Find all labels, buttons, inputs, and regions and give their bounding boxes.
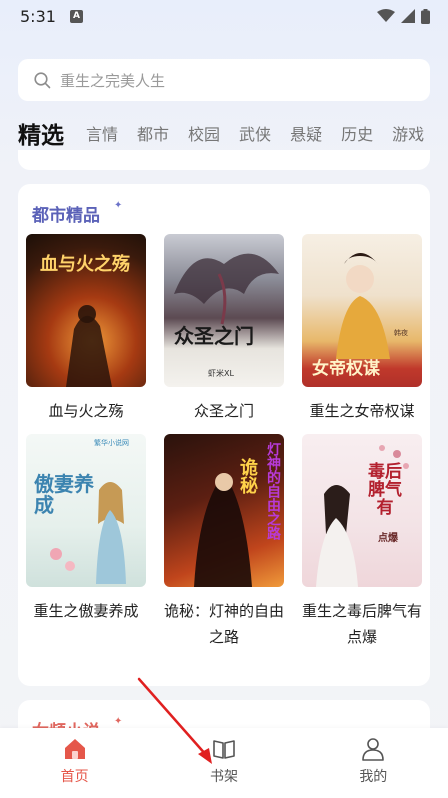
notification-icon: A [69, 9, 83, 23]
cover-title: 众圣之门 [174, 324, 254, 348]
cover-subtitle: 点爆 [378, 533, 398, 544]
urban-featured-section: 都市精品 ✦ 血与火之殇 血与火之殇 众圣之门 虾米XL 众圣之门 韩夜 女帝权… [18, 184, 430, 686]
status-bar: 5:31 A [0, 0, 448, 32]
previous-card-edge [18, 150, 430, 170]
book-title: 诡秘：灯神的自由之路 [164, 602, 285, 646]
user-icon [362, 738, 385, 761]
cover-title: 女帝权谋 [312, 359, 380, 379]
tab-urban[interactable]: 都市 [137, 121, 169, 145]
tab-history[interactable]: 历史 [341, 121, 373, 145]
book-cover[interactable]: 毒后脾气有 点爆 [302, 434, 422, 587]
book-item[interactable]: 血与火之殇 血与火之殇 [26, 234, 146, 424]
cover-author: 韩夜 [394, 329, 408, 337]
tab-game[interactable]: 游戏 [392, 121, 424, 145]
bottom-nav: 首页 书架 我的 [0, 728, 448, 798]
tab-romance[interactable]: 言情 [86, 121, 118, 145]
tab-featured[interactable]: 精选 [18, 116, 64, 150]
tab-wuxia[interactable]: 武侠 [239, 121, 271, 145]
book-cover[interactable]: 血与火之殇 [26, 234, 146, 387]
category-tabs: 精选 言情 都市 校园 武侠 悬疑 历史 游戏 [18, 112, 448, 154]
book-cover[interactable]: 诡秘 灯神的自由之路 [164, 434, 284, 587]
book-title: 重生之毒后脾气有点爆 [302, 602, 423, 646]
nav-label: 首页 [60, 769, 89, 785]
nav-label: 书架 [209, 769, 238, 785]
book-title: 重生之傲妻养成 [33, 602, 139, 620]
search-placeholder: 重生之完美人生 [60, 71, 166, 90]
battery-icon [421, 8, 430, 24]
cover-author: 虾米XL [208, 369, 234, 378]
book-title: 重生之女帝权谋 [309, 402, 415, 420]
search-input[interactable]: 重生之完美人生 [18, 59, 430, 101]
sparkle-icon: ✦ [114, 200, 123, 211]
nav-profile[interactable]: 我的 [323, 736, 423, 786]
nav-home[interactable]: 首页 [25, 736, 125, 786]
book-title: 众圣之门 [193, 402, 254, 420]
dragon-illustration-icon [174, 253, 279, 325]
sparkle-icon: ✦ [114, 716, 123, 727]
search-icon [34, 71, 51, 88]
signal-icon [401, 9, 415, 23]
book-item[interactable]: 毒后脾气有 点爆 重生之毒后脾气有点爆 [302, 434, 422, 650]
tab-campus[interactable]: 校园 [188, 121, 220, 145]
book-item[interactable]: 韩夜 女帝权谋 重生之女帝权谋 [302, 234, 422, 424]
book-cover[interactable]: 韩夜 女帝权谋 [302, 234, 422, 387]
girl-figure-icon [50, 482, 126, 584]
wifi-icon [377, 9, 395, 22]
nav-label: 我的 [359, 769, 388, 785]
nav-bookshelf[interactable]: 书架 [174, 736, 274, 786]
cover-title: 诡秘 [237, 458, 258, 494]
warrior-figure-icon [66, 305, 112, 387]
book-cover[interactable]: 繁华小说网 傲妻养成 [26, 434, 146, 587]
cover-title: 毒后脾气有 [368, 462, 402, 518]
cover-subtitle: 灯神的自由之路 [265, 442, 281, 540]
section-title: 都市精品 [32, 206, 100, 226]
home-icon [64, 739, 85, 759]
status-icons [377, 8, 430, 24]
book-item[interactable]: 繁华小说网 傲妻养成 重生之傲妻养成 [26, 434, 146, 624]
book-title: 血与火之殇 [48, 402, 124, 420]
book-item[interactable]: 众圣之门 虾米XL 众圣之门 [164, 234, 284, 424]
book-item[interactable]: 诡秘 灯神的自由之路 诡秘：灯神的自由之路 [164, 434, 284, 650]
book-icon [213, 740, 235, 759]
book-cover[interactable]: 众圣之门 虾米XL [164, 234, 284, 387]
tab-mystery[interactable]: 悬疑 [290, 121, 322, 145]
status-time: 5:31 [20, 6, 56, 26]
